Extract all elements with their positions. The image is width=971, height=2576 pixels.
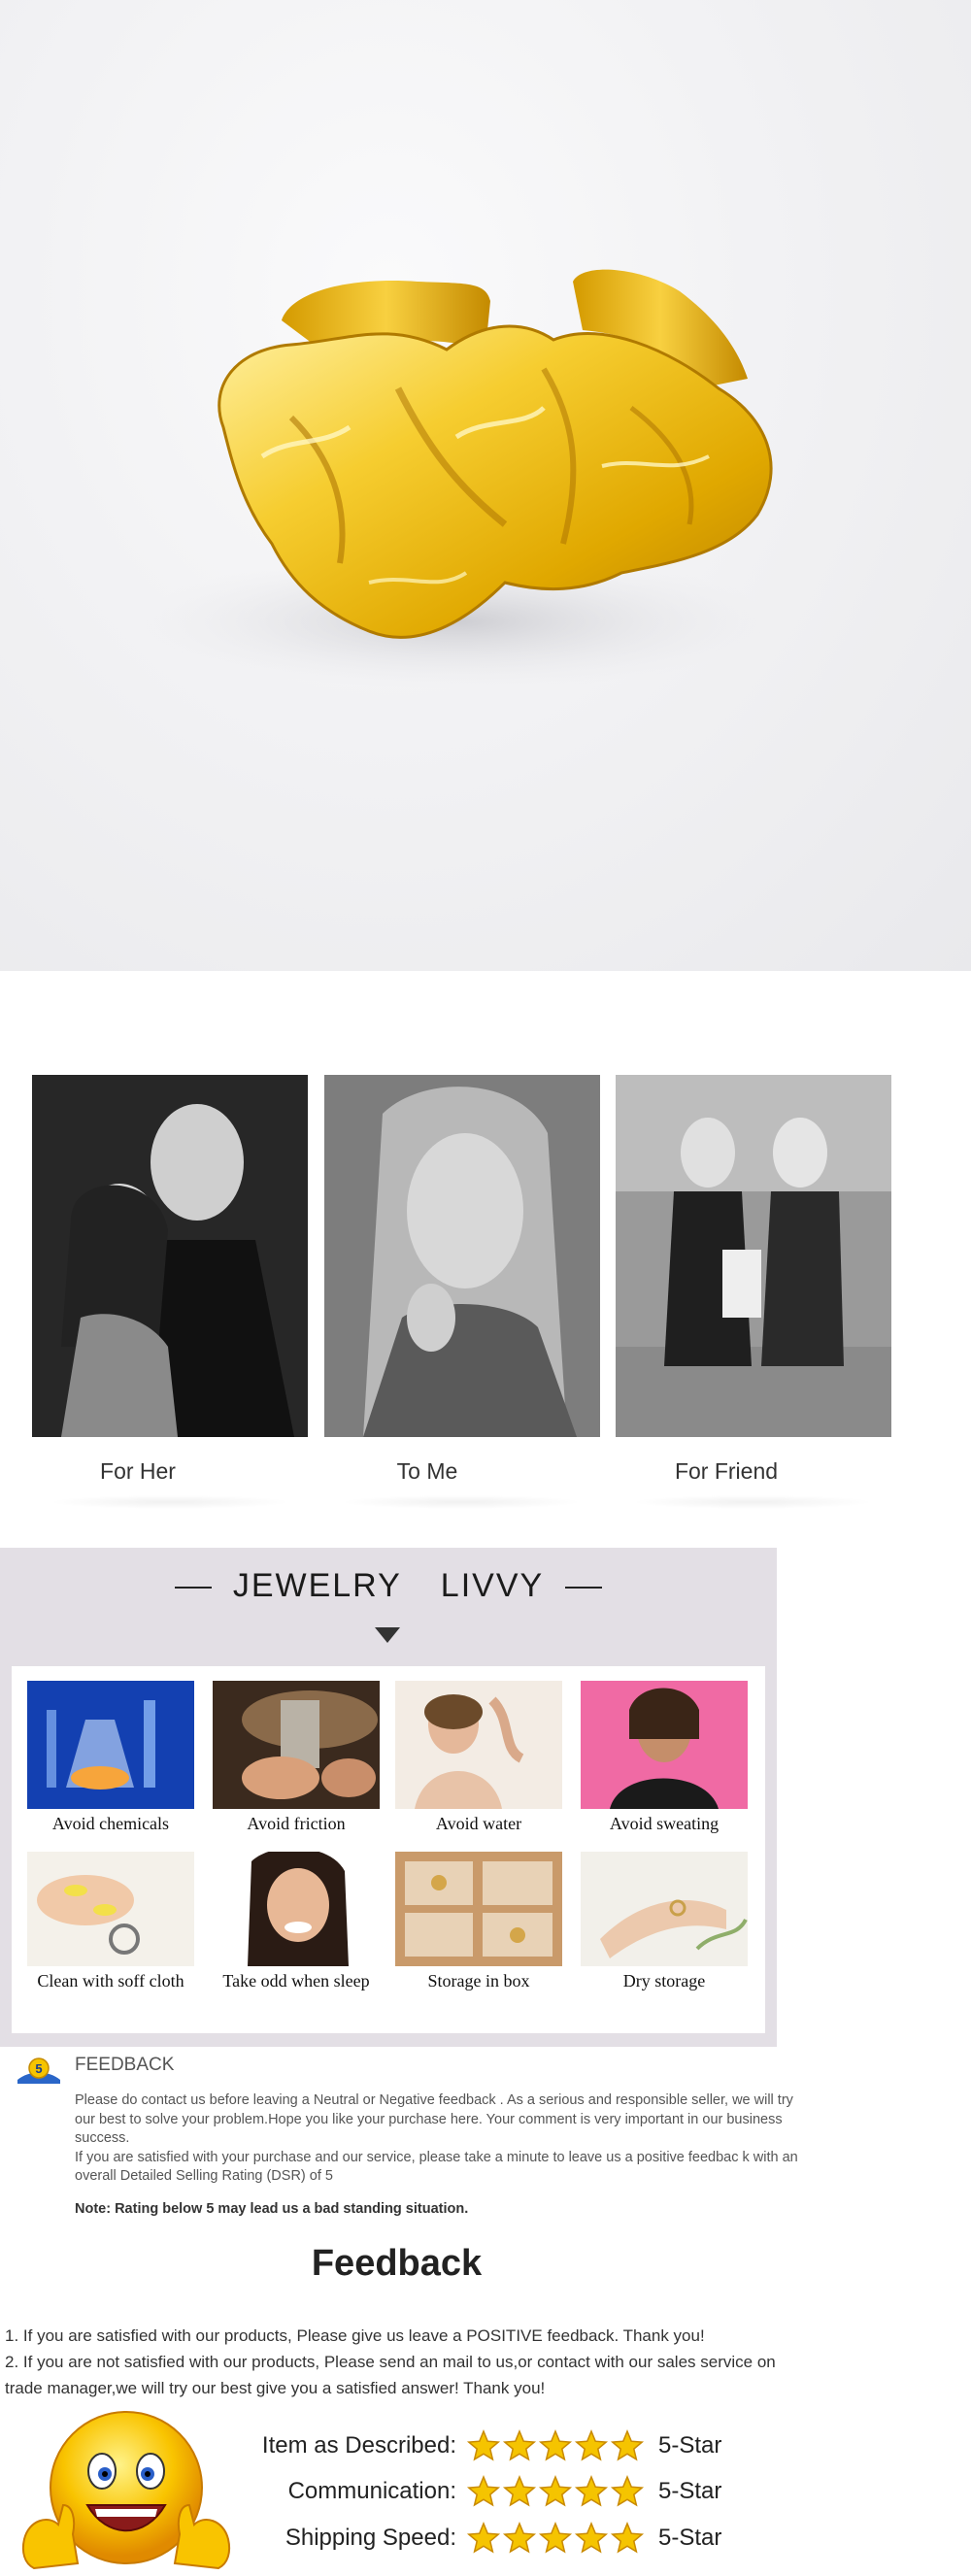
title-dash-right xyxy=(565,1587,603,1589)
star-icon xyxy=(538,2522,573,2554)
rating-label: Item as Described: xyxy=(261,2432,456,2459)
feedback-paragraph-2: If you are satisfied with your purchase … xyxy=(75,2149,798,2185)
care-tip-avoid-chemicals: Avoid chemicals xyxy=(27,1681,194,1834)
label-shadow xyxy=(631,1495,874,1509)
care-tip-label: Clean with soff cloth xyxy=(37,1971,184,1991)
star-icon xyxy=(502,2522,537,2554)
jewelry-box-image xyxy=(395,1852,562,1966)
label-shadow xyxy=(340,1495,583,1509)
care-tip-dry-storage: Dry storage xyxy=(581,1852,748,1991)
photo-woman xyxy=(324,1075,600,1437)
triangle-down-icon xyxy=(375,1627,400,1643)
rating-value: 5-Star xyxy=(658,2525,722,2551)
feedback-paragraphs: Please do contact us before leaving a Ne… xyxy=(75,2091,798,2187)
star-icon xyxy=(574,2475,609,2507)
care-tip-avoid-water: Avoid water xyxy=(395,1681,562,1834)
rating-row: Communication: 5-Star xyxy=(233,2473,777,2512)
star-icon xyxy=(538,2429,573,2461)
star-icon xyxy=(466,2522,501,2554)
gold-ring-illustration xyxy=(136,269,777,689)
care-tip-label: Avoid water xyxy=(435,1814,522,1833)
title-dash-left xyxy=(174,1587,212,1589)
brand-word-jewelry: JEWELRY xyxy=(232,1567,402,1604)
polishing-tool-image xyxy=(213,1681,380,1809)
gift-section: For Her To Me For Friend xyxy=(0,971,971,1534)
rating-label: Communication: xyxy=(287,2478,456,2504)
feedback-note-section: 5 FEEDBACK Please do contact us before l… xyxy=(0,2047,971,2231)
rating-label: Shipping Speed: xyxy=(285,2525,456,2551)
rating-value: 5-Star xyxy=(658,2432,722,2459)
care-tip-label: Avoid sweating xyxy=(609,1814,720,1833)
label-shadow xyxy=(49,1495,291,1509)
care-brand-title: JEWELRY LIVVY xyxy=(0,1567,777,1605)
brand-word-livvy: LIVVY xyxy=(440,1567,545,1604)
woman-pink-bg-image xyxy=(581,1681,748,1809)
feedback-line-1: 1. If you are satisfied with our product… xyxy=(5,2326,705,2345)
care-tip-label: Storage in box xyxy=(427,1971,530,1991)
care-tip-sleep: Take odd when sleep xyxy=(213,1852,380,1991)
care-tip-avoid-sweating: Avoid sweating xyxy=(581,1681,748,1834)
star-icon xyxy=(466,2475,501,2507)
care-tip-label: Avoid friction xyxy=(247,1814,346,1833)
product-hero-image xyxy=(0,0,971,971)
photo-couple xyxy=(32,1075,308,1437)
rating-value: 5-Star xyxy=(658,2478,722,2504)
rating-stars xyxy=(466,2475,645,2507)
five-star-badge-icon: 5 xyxy=(17,2057,60,2084)
star-icon xyxy=(502,2429,537,2461)
care-tips-panel: Avoid chemicals Avoid friction Avoid wat… xyxy=(12,1666,765,2033)
svg-text:5: 5 xyxy=(35,2061,42,2076)
rating-row: Shipping Speed: 5-Star xyxy=(233,2520,777,2559)
rating-stars xyxy=(466,2429,645,2461)
care-tip-clean-cloth: Clean with soff cloth xyxy=(27,1852,194,1991)
rating-stars xyxy=(466,2522,645,2554)
jewelry-care-section: JEWELRY LIVVY Avoid chemicals Avoid fric… xyxy=(0,1548,777,2047)
woman-splash-image xyxy=(395,1681,562,1809)
hand-ring-image xyxy=(581,1852,748,1966)
cleaning-ring-image xyxy=(27,1852,194,1966)
star-icon xyxy=(538,2475,573,2507)
star-icon xyxy=(610,2475,645,2507)
feedback-line-2: 2. If you are not satisfied with our pro… xyxy=(5,2353,776,2397)
star-icon xyxy=(610,2429,645,2461)
smiley-thumbs-up-icon xyxy=(21,2411,231,2570)
care-tip-label: Dry storage xyxy=(622,1971,706,1991)
lab-flask-image xyxy=(27,1681,194,1809)
feedback-instructions: 1. If you are satisfied with our product… xyxy=(5,2323,801,2401)
feedback-warning-note: Note: Rating below 5 may lead us a bad s… xyxy=(75,2201,469,2217)
star-icon xyxy=(466,2429,501,2461)
star-icon xyxy=(502,2475,537,2507)
feedback-heading: FEEDBACK xyxy=(75,2055,175,2075)
feedback-paragraph-1: Please do contact us before leaving a Ne… xyxy=(75,2092,793,2146)
care-tip-avoid-friction: Avoid friction xyxy=(213,1681,380,1834)
photo-friends xyxy=(616,1075,891,1437)
gift-label-to-me: To Me xyxy=(396,1458,458,1484)
care-tip-label: Take odd when sleep xyxy=(222,1971,370,1991)
feedback-title: Feedback xyxy=(311,2243,483,2284)
star-icon xyxy=(574,2429,609,2461)
star-icon xyxy=(610,2522,645,2554)
gift-label-for-her: For Her xyxy=(100,1458,176,1484)
star-icon xyxy=(574,2522,609,2554)
woman-smiling-image xyxy=(213,1852,380,1966)
rating-row: Item as Described: 5-Star xyxy=(233,2427,777,2466)
gift-label-for-friend: For Friend xyxy=(674,1458,779,1484)
care-tip-storage-box: Storage in box xyxy=(395,1852,562,1991)
care-tip-label: Avoid chemicals xyxy=(51,1814,170,1833)
